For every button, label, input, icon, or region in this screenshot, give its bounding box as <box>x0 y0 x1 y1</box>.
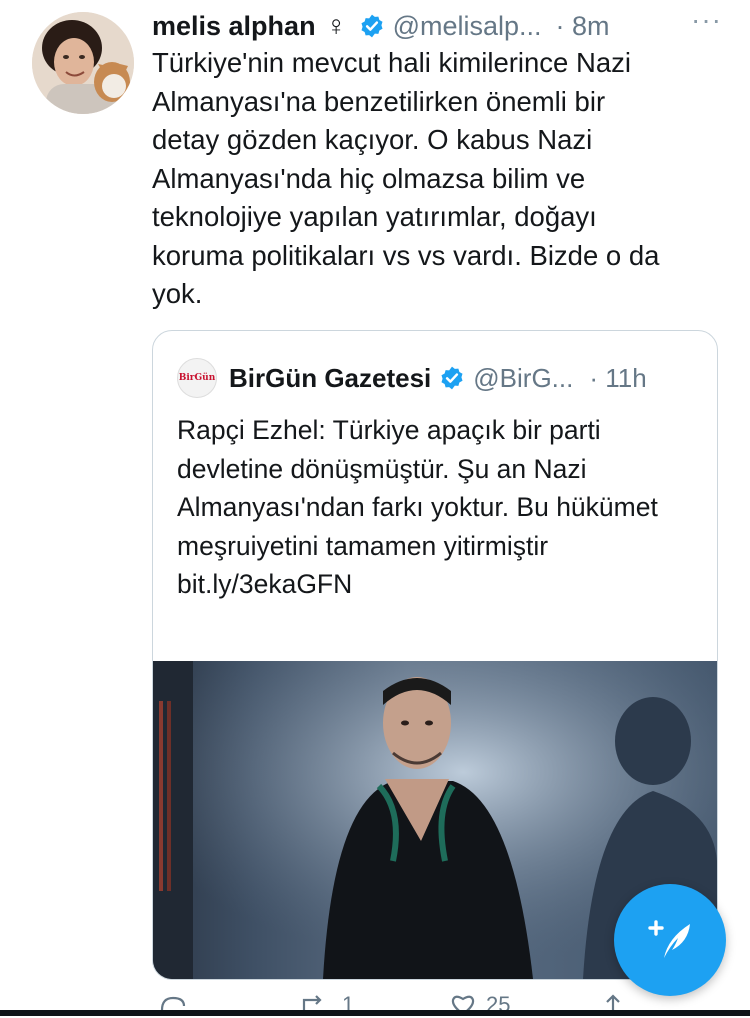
quoted-author-name: BirGün Gazetesi <box>229 362 432 393</box>
verified-badge-icon <box>439 365 465 391</box>
quoted-tweet-link[interactable]: bit.ly/3ekaGFN <box>177 565 697 604</box>
quoted-tweet-header: BirGün BirGün Gazetesi @BirG... · 11h <box>177 358 687 398</box>
compose-tweet-button[interactable] <box>614 884 726 996</box>
quoted-tweet-card[interactable]: BirGün BirGün Gazetesi @BirG... · 11h Ra… <box>152 330 718 980</box>
quoted-tweet-text: Rapçi Ezhel: Türkiye apaçık bir parti de… <box>177 415 658 561</box>
quoted-tweet-text-block: Rapçi Ezhel: Türkiye apaçık bir parti de… <box>177 411 697 604</box>
avatar[interactable] <box>32 12 134 114</box>
avatar-photo <box>32 12 134 114</box>
bottom-bar-edge <box>0 1010 750 1016</box>
tweet-timestamp[interactable]: · 8m <box>556 11 610 42</box>
quoted-author-handle: @BirG... <box>473 362 574 393</box>
gender-symbol: ♀ <box>325 10 347 41</box>
verified-badge-icon <box>359 13 385 39</box>
author-handle[interactable]: @melisalp... <box>393 11 542 42</box>
quoted-avatar: BirGün <box>177 358 217 398</box>
tweet-header: melis alphan ♀ @melisalp... · 8m ··· <box>152 4 730 44</box>
more-options-icon[interactable]: ··· <box>691 4 722 36</box>
author-name[interactable]: melis alphan <box>152 11 316 42</box>
tweet-text: Türkiye'nin mevcut hali kimilerince Nazi… <box>152 47 660 309</box>
quoted-timestamp: · 11h <box>589 362 647 393</box>
compose-tweet-icon <box>648 920 690 958</box>
